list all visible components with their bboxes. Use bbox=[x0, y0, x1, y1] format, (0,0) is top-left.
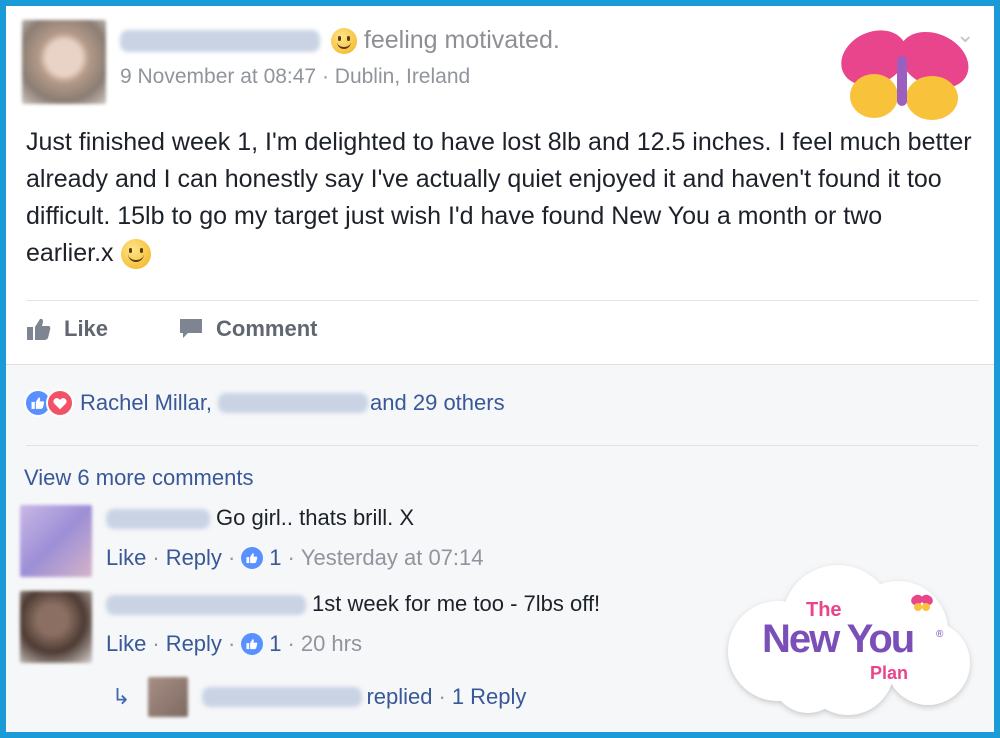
comment-like-button[interactable]: Like bbox=[106, 545, 146, 571]
like-count-icon bbox=[241, 547, 264, 569]
reactions-summary[interactable]: Rachel Millar, and 29 others bbox=[24, 389, 505, 417]
comment-text: Go girl.. thats brill. X bbox=[216, 505, 415, 530]
post-card: feeling motivated. 9 November at 08:47 ·… bbox=[6, 6, 994, 732]
reply-count-link[interactable]: 1 Reply bbox=[452, 684, 527, 710]
feeling-text: feeling motivated. bbox=[363, 26, 560, 54]
comment-timestamp[interactable]: Yesterday at 07:14 bbox=[301, 545, 484, 571]
divider bbox=[26, 300, 978, 301]
comment-text: 1st week for me too - 7lbs off! bbox=[312, 591, 601, 616]
author-avatar[interactable] bbox=[22, 20, 106, 104]
divider bbox=[26, 445, 978, 446]
love-reaction-icon bbox=[46, 389, 74, 417]
commenter-avatar[interactable] bbox=[20, 505, 92, 577]
author-line: feeling motivated. bbox=[120, 26, 560, 55]
post-header: feeling motivated. 9 November at 08:47 ·… bbox=[120, 26, 560, 89]
comment-timestamp[interactable]: 20 hrs bbox=[301, 631, 362, 657]
comment-label: Comment bbox=[216, 316, 318, 341]
comment-icon bbox=[180, 319, 203, 338]
comment-like-count[interactable]: 1 bbox=[269, 631, 281, 657]
butterfly-icon bbox=[911, 594, 933, 611]
reactions-others[interactable]: and 29 others bbox=[370, 390, 505, 416]
logo-plan: Plan bbox=[870, 663, 909, 683]
butterfly-icon bbox=[841, 30, 969, 120]
like-button[interactable]: Like bbox=[26, 316, 108, 342]
comment-reply-button[interactable]: Reply bbox=[166, 631, 222, 657]
replied-text: replied bbox=[366, 684, 433, 709]
replier-avatar[interactable] bbox=[148, 677, 189, 717]
author-name-redacted[interactable] bbox=[120, 30, 320, 53]
smiley-icon bbox=[330, 28, 357, 55]
post-timestamp[interactable]: 9 November at 08:47 · Dublin, Ireland bbox=[120, 65, 560, 89]
commenter-avatar[interactable] bbox=[20, 591, 92, 663]
replier-name-redacted[interactable] bbox=[202, 687, 363, 707]
replies-summary[interactable]: ↳ replied · 1 Reply bbox=[112, 677, 526, 717]
like-label: Like bbox=[64, 316, 109, 341]
smiley-icon bbox=[120, 239, 151, 270]
comment-like-button[interactable]: Like bbox=[106, 631, 146, 657]
commenter-name-redacted[interactable] bbox=[106, 595, 306, 616]
reactor-name-redacted[interactable] bbox=[218, 393, 369, 413]
comment-reply-button[interactable]: Reply bbox=[166, 545, 222, 571]
like-count-icon bbox=[241, 633, 264, 655]
logo-new-you: New You bbox=[762, 617, 915, 661]
view-more-comments-link[interactable]: View 6 more comments bbox=[24, 465, 253, 491]
post-body: Just finished week 1, I'm delighted to h… bbox=[26, 124, 976, 272]
post-options-chevron-icon[interactable]: ⌄ bbox=[956, 22, 974, 48]
thumbs-up-icon bbox=[27, 318, 51, 340]
comment-like-count[interactable]: 1 bbox=[269, 545, 281, 571]
comment-button[interactable]: Comment bbox=[178, 316, 317, 342]
reactor-name[interactable]: Rachel Millar, bbox=[80, 390, 212, 416]
post-text: Just finished week 1, I'm delighted to h… bbox=[26, 128, 972, 267]
comments-section: Rachel Millar, and 29 others View 6 more… bbox=[6, 364, 994, 732]
reply-arrow-icon: ↳ bbox=[112, 684, 131, 709]
commenter-name-redacted[interactable] bbox=[106, 509, 210, 530]
action-bar: Like Comment bbox=[26, 316, 317, 342]
new-you-plan-logo: The New You ® Plan bbox=[718, 559, 980, 719]
registered-mark: ® bbox=[936, 629, 944, 640]
